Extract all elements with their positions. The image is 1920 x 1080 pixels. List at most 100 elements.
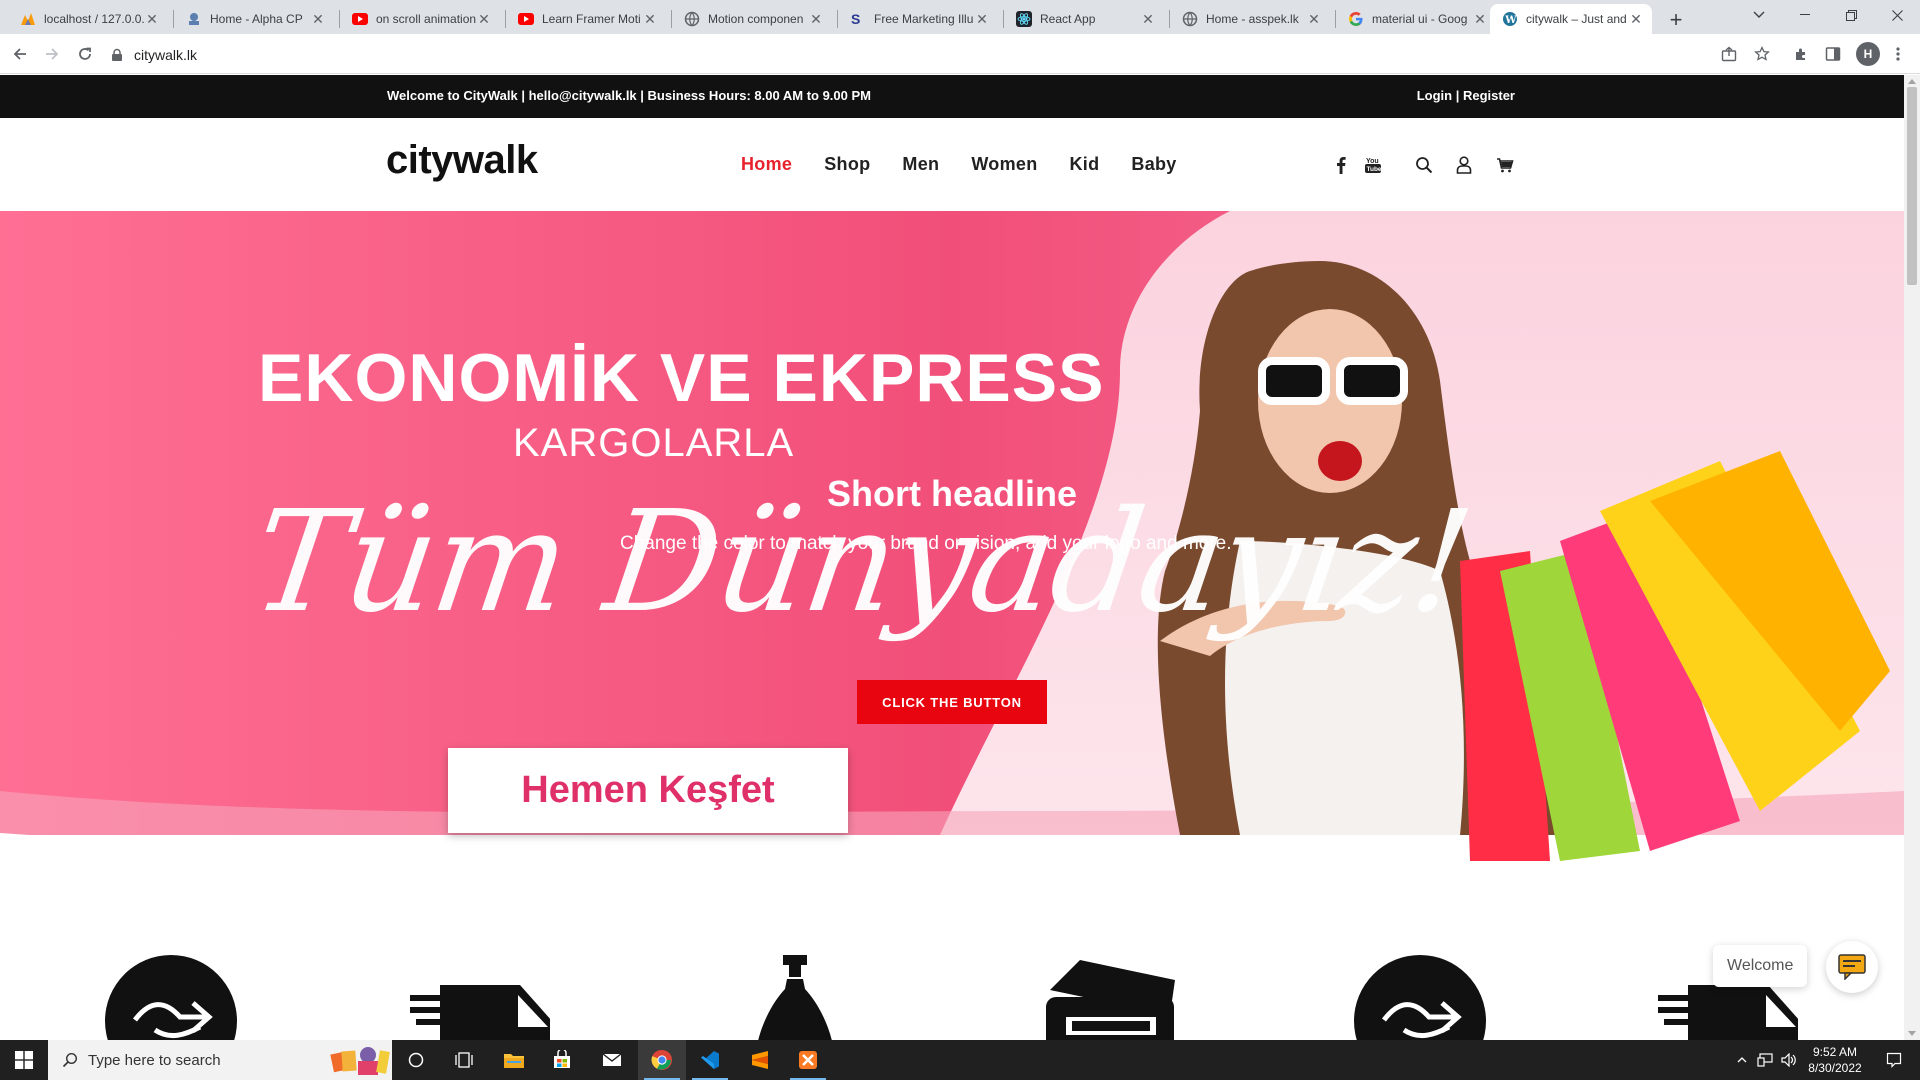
browser-tab-strip: localhost / 127.0.0. ✕ Home - Alpha CP ✕… [0, 0, 1920, 34]
google-icon [1348, 11, 1364, 27]
close-tab-icon[interactable]: ✕ [476, 11, 492, 28]
page-scrollbar[interactable] [1904, 75, 1920, 1040]
site-top-bar: Welcome to CityWalk | hello@citywalk.lk … [0, 75, 1904, 118]
browser-tab[interactable]: S Free Marketing Illu ✕ [838, 4, 998, 34]
vscode-icon[interactable] [686, 1040, 734, 1080]
auth-links: Login | Register [1417, 88, 1515, 103]
browser-tab[interactable]: material ui - Goog ✕ [1336, 4, 1496, 34]
network-icon[interactable] [1754, 1040, 1776, 1080]
address-bar[interactable]: citywalk.lk [110, 40, 1770, 70]
close-tab-icon[interactable]: ✕ [974, 11, 990, 28]
svg-text:You: You [1366, 158, 1379, 165]
user-account-icon[interactable] [1453, 154, 1475, 176]
return-arrow-icon [105, 955, 237, 1040]
nav-baby[interactable]: Baby [1131, 154, 1176, 175]
tab-search-icon[interactable] [1736, 0, 1782, 30]
search-highlight-image [330, 1047, 390, 1075]
search-icon [62, 1052, 78, 1068]
reload-icon[interactable] [73, 42, 97, 66]
chrome-icon[interactable] [638, 1040, 686, 1080]
browser-toolbar: citywalk.lk H [0, 34, 1920, 74]
new-tab-button[interactable]: + [1662, 6, 1690, 34]
close-tab-icon[interactable]: ✕ [310, 11, 326, 28]
taskbar-search-box[interactable]: Type here to search [48, 1040, 392, 1080]
browser-tab-active[interactable]: W citywalk – Just and ✕ [1490, 4, 1652, 34]
chat-welcome-bubble[interactable]: Welcome [1713, 945, 1808, 987]
side-panel-icon[interactable] [1823, 44, 1843, 64]
microsoft-store-icon[interactable] [538, 1040, 586, 1080]
profile-avatar[interactable]: H [1856, 42, 1880, 66]
chat-icon [1838, 954, 1866, 980]
web-page: Welcome to CityWalk | hello@citywalk.lk … [0, 75, 1904, 1040]
nav-kid[interactable]: Kid [1070, 154, 1100, 175]
explore-button[interactable]: Hemen Keşfet [448, 748, 848, 833]
storyset-icon: S [850, 11, 866, 27]
search-icon[interactable] [1413, 154, 1435, 176]
tray-overflow-icon[interactable] [1732, 1040, 1752, 1080]
browser-tab[interactable]: Home - Alpha CP ✕ [174, 4, 334, 34]
hero-banner: EKONOMİK VE EKPRESS KARGOLARLA Tüm Dünya… [0, 211, 1904, 883]
scroll-thumb[interactable] [1907, 87, 1917, 285]
windows-start-icon[interactable] [0, 1040, 48, 1080]
close-tab-icon[interactable]: ✕ [1140, 11, 1156, 28]
nav-women[interactable]: Women [971, 154, 1037, 175]
browser-tab[interactable]: Home - asspek.lk ✕ [1170, 4, 1330, 34]
extensions-icon[interactable] [1791, 44, 1811, 64]
react-icon [1016, 11, 1032, 27]
close-tab-icon[interactable]: ✕ [1306, 11, 1322, 28]
close-tab-icon[interactable]: ✕ [642, 11, 658, 28]
xampp-icon[interactable] [784, 1040, 832, 1080]
site-logo[interactable]: citywalk [386, 138, 538, 183]
close-window-button[interactable] [1874, 0, 1920, 30]
close-tab-icon[interactable]: ✕ [144, 11, 160, 28]
scroll-up-arrow[interactable] [1908, 79, 1916, 84]
url-text: citywalk.lk [134, 47, 198, 63]
system-clock[interactable]: 9:52 AM 8/30/2022 [1800, 1044, 1870, 1076]
feature-icons-row [0, 955, 1904, 1040]
cta-button[interactable]: CLICK THE BUTTON [857, 680, 1047, 724]
banner-subtitle: KARGOLARLA [513, 421, 795, 465]
browser-tab[interactable]: on scroll animation ✕ [340, 4, 500, 34]
clock-date: 8/30/2022 [1808, 1061, 1862, 1075]
svg-text:W: W [1504, 15, 1517, 26]
login-link[interactable]: Login [1417, 88, 1452, 103]
minimize-button[interactable] [1782, 0, 1828, 30]
scroll-down-arrow[interactable] [1908, 1031, 1916, 1036]
close-tab-icon[interactable]: ✕ [1628, 11, 1644, 28]
welcome-text: Welcome to CityWalk | hello@citywalk.lk … [387, 88, 871, 103]
facebook-icon[interactable] [1330, 154, 1352, 176]
forward-arrow-icon[interactable] [40, 42, 64, 66]
browser-tab[interactable]: Learn Framer Moti ✕ [506, 4, 666, 34]
volume-icon[interactable] [1778, 1040, 1800, 1080]
close-tab-icon[interactable]: ✕ [808, 11, 824, 28]
clock-time: 9:52 AM [1812, 1045, 1858, 1059]
bookmark-star-icon[interactable] [1752, 44, 1772, 64]
task-view-icon[interactable] [440, 1040, 488, 1080]
taskbar-search-placeholder: Type here to search [88, 1051, 221, 1069]
nav-men[interactable]: Men [902, 154, 939, 175]
hero-subtext: Change the color to match your brand or … [620, 533, 1232, 554]
browser-tab[interactable]: React App ✕ [1004, 4, 1164, 34]
youtube-icon [352, 11, 368, 27]
sublime-text-icon[interactable] [736, 1040, 784, 1080]
hero-headline: Short headline [826, 473, 1078, 514]
mail-icon[interactable] [588, 1040, 636, 1080]
lock-icon [112, 48, 122, 61]
nav-home[interactable]: Home [741, 154, 792, 175]
restore-button[interactable] [1828, 0, 1874, 30]
youtube-icon[interactable]: You Tube [1362, 154, 1384, 176]
browser-tab[interactable]: localhost / 127.0.0. ✕ [8, 4, 168, 34]
notifications-icon[interactable] [1876, 1040, 1912, 1080]
cart-icon[interactable] [1494, 154, 1516, 176]
register-link[interactable]: Register [1463, 88, 1515, 103]
more-menu-icon[interactable] [1888, 44, 1908, 64]
browser-tab[interactable]: Motion componen ✕ [672, 4, 832, 34]
back-arrow-icon[interactable] [8, 42, 32, 66]
cortana-icon[interactable] [392, 1040, 440, 1080]
close-tab-icon[interactable]: ✕ [1472, 11, 1488, 28]
file-explorer-icon[interactable] [490, 1040, 538, 1080]
chat-launcher-button[interactable] [1826, 941, 1878, 993]
share-icon[interactable] [1719, 44, 1739, 64]
svg-text:S: S [851, 11, 860, 27]
nav-shop[interactable]: Shop [824, 154, 870, 175]
